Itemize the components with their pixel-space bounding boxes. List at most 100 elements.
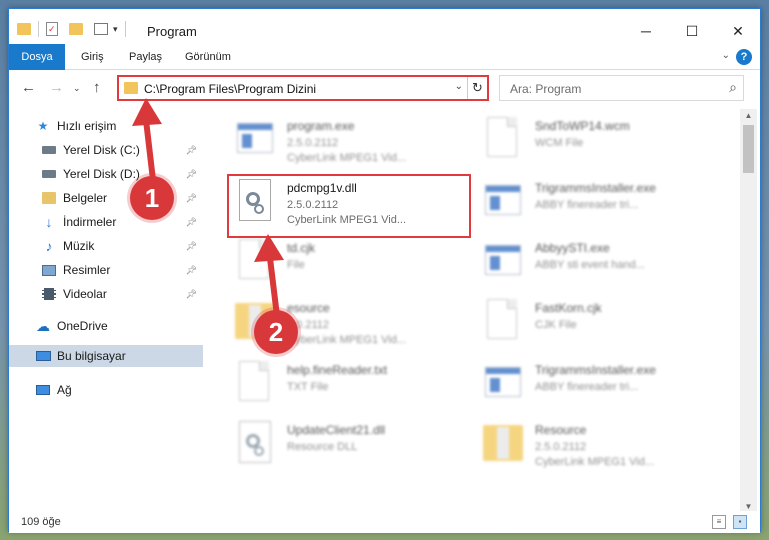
sidebar-item-local-disk-c[interactable]: Yerel Disk (C:) 📌︎ — [9, 139, 203, 161]
window-title: Program — [147, 24, 197, 39]
pin-icon[interactable]: 📌︎ — [186, 145, 197, 156]
sidebar-item-label: OneDrive — [57, 319, 108, 333]
customize-toolbar-icon[interactable] — [94, 23, 108, 35]
file-detail: CyberLink MPEG1 Vid... — [287, 334, 407, 346]
up-arrow-icon[interactable]: ↑ — [93, 79, 101, 96]
minimize-button[interactable]: ─ — [623, 17, 669, 45]
pin-icon[interactable]: 📌︎ — [186, 193, 197, 204]
search-box[interactable]: Ara: Program ⌕ — [499, 75, 744, 101]
toolbar-divider — [38, 21, 39, 37]
file-detail: TXT File — [287, 381, 329, 393]
file-item[interactable]: UpdateClient21.dll Resource DLL — [235, 421, 475, 481]
sidebar-item-quick-access[interactable]: ★ Hızlı erişim — [9, 115, 203, 137]
dll-icon — [235, 421, 275, 469]
file-detail: WCM File — [535, 137, 584, 149]
large-icons-view-icon[interactable]: ▪ — [733, 515, 747, 529]
network-icon — [35, 382, 51, 398]
file-item[interactable]: program.exe 2.5.0.2112 CyberLink MPEG1 V… — [235, 117, 475, 177]
sidebar-item-label: Videolar — [63, 287, 107, 301]
step-1-callout: 1 — [130, 176, 174, 220]
downloads-icon: ↓ — [45, 214, 53, 230]
properties-icon[interactable]: ✓ — [46, 22, 58, 36]
sidebar-item-pictures[interactable]: Resimler 📌︎ — [9, 259, 203, 281]
search-input[interactable]: Ara: Program — [510, 82, 581, 96]
sidebar-item-label: Resimler — [63, 263, 111, 277]
file-name: esource — [287, 301, 330, 315]
sidebar-item-downloads[interactable]: ↓ İndirmeler 📌︎ — [9, 211, 203, 233]
pin-icon[interactable]: 📌︎ — [186, 217, 197, 228]
pin-icon[interactable]: 📌︎ — [186, 169, 197, 180]
file-item[interactable]: help.fineReader.txt TXT File — [235, 361, 475, 421]
chevron-down-icon[interactable]: ⌄ — [455, 81, 463, 92]
sidebar-item-network[interactable]: Ağ — [9, 379, 203, 401]
file-detail: ABBY finereader tri... — [535, 199, 639, 211]
file-item[interactable]: SndToWP14.wcm WCM File — [483, 117, 723, 177]
sidebar-item-label: İndirmeler — [63, 215, 117, 229]
file-detail: File — [287, 259, 305, 271]
file-item[interactable]: FastKorn.cjk CJK File — [483, 299, 723, 359]
navigation-pane: ★ Hızlı erişim Yerel Disk (C:) 📌︎ Yerel … — [9, 109, 203, 509]
sidebar-item-onedrive[interactable]: ☁ OneDrive — [9, 315, 203, 337]
file-name: TrigrammsInstaller.exe — [535, 181, 656, 195]
close-button[interactable]: ✕ — [715, 17, 761, 45]
tab-view[interactable]: Görünüm — [177, 44, 239, 70]
sidebar-item-label: Yerel Disk (C:) — [63, 143, 140, 157]
tab-home[interactable]: Giriş — [73, 44, 112, 70]
pin-icon[interactable]: 📌︎ — [186, 289, 197, 300]
address-path[interactable]: C:\Program Files\Program Dizini — [144, 82, 316, 96]
details-view-icon[interactable]: ≡ — [712, 515, 726, 529]
sidebar-item-label: Müzik — [63, 239, 95, 253]
file-item[interactable]: td.cjk File — [235, 239, 475, 299]
sidebar-item-music[interactable]: ♪ Müzik 📌︎ — [9, 235, 203, 257]
scroll-thumb[interactable] — [743, 125, 754, 173]
scroll-up-icon[interactable]: ▲ — [740, 111, 757, 120]
document-icon — [483, 117, 523, 165]
sidebar-item-videos[interactable]: Videolar 📌︎ — [9, 283, 203, 305]
search-icon[interactable]: ⌕ — [729, 79, 737, 96]
tab-file[interactable]: Dosya — [9, 44, 65, 70]
sidebar-item-label: Hızlı erişim — [57, 119, 117, 133]
toolbar-divider — [124, 21, 126, 37]
quick-access-toolbar: ✓ ▾ — [17, 21, 128, 37]
file-item[interactable]: TrigrammsInstaller.exe ABBY finereader t… — [483, 179, 723, 239]
chevron-down-icon[interactable]: ▾ — [113, 24, 118, 35]
file-item[interactable]: Resource 2.5.0.2112 CyberLink MPEG1 Vid.… — [483, 421, 723, 481]
file-detail: CyberLink MPEG1 Vid... — [535, 456, 655, 468]
exe-icon — [483, 361, 523, 409]
forward-arrow-icon[interactable]: → — [49, 79, 64, 96]
pin-icon[interactable]: 📌︎ — [186, 265, 197, 276]
maximize-button[interactable]: ☐ — [669, 17, 715, 45]
music-icon: ♪ — [45, 238, 53, 254]
vertical-scrollbar[interactable]: ▲ ▼ — [740, 109, 757, 513]
pin-icon[interactable]: 📌︎ — [186, 241, 197, 252]
documents-icon — [41, 190, 57, 206]
file-item[interactable]: AbbyySTI.exe ABBY sti event hand... — [483, 239, 723, 299]
ribbon-tabs: Dosya Giriş Paylaş Görünüm ⌄ ? — [9, 44, 760, 70]
file-item[interactable]: TrigrammsInstaller.exe ABBY finereader t… — [483, 361, 723, 421]
document-icon — [235, 361, 275, 409]
sidebar-item-label: Belgeler — [63, 191, 108, 205]
help-button[interactable]: ? — [736, 49, 752, 65]
tab-share[interactable]: Paylaş — [121, 44, 170, 70]
folder-icon — [17, 23, 31, 35]
file-name: Resource — [535, 423, 587, 437]
file-name: td.cjk — [287, 241, 316, 255]
file-name: TrigrammsInstaller.exe — [535, 363, 656, 377]
new-folder-icon[interactable] — [69, 23, 83, 35]
exe-icon — [235, 117, 275, 165]
refresh-icon[interactable]: ↻ — [467, 77, 487, 99]
file-name: UpdateClient21.dll — [287, 423, 386, 437]
document-icon — [235, 239, 275, 287]
back-arrow-icon[interactable]: ← — [21, 79, 36, 96]
sidebar-item-label: Bu bilgisayar — [57, 349, 126, 363]
file-list-pane: program.exe 2.5.0.2112 CyberLink MPEG1 V… — [205, 109, 739, 509]
file-detail: ABBY finereader tri... — [535, 381, 639, 393]
scroll-down-icon[interactable]: ▼ — [740, 502, 757, 511]
sidebar-item-this-pc[interactable]: Bu bilgisayar — [9, 345, 203, 367]
recent-locations-chevron-icon[interactable]: ⌄ — [73, 83, 81, 94]
sidebar-item-local-disk-d[interactable]: Yerel Disk (D:) 📌︎ — [9, 163, 203, 185]
computer-icon — [35, 348, 51, 364]
chevron-down-icon[interactable]: ⌄ — [722, 50, 730, 61]
file-detail: CJK File — [535, 319, 577, 331]
address-bar[interactable]: C:\Program Files\Program Dizini ⌄ ↻ — [117, 75, 489, 101]
